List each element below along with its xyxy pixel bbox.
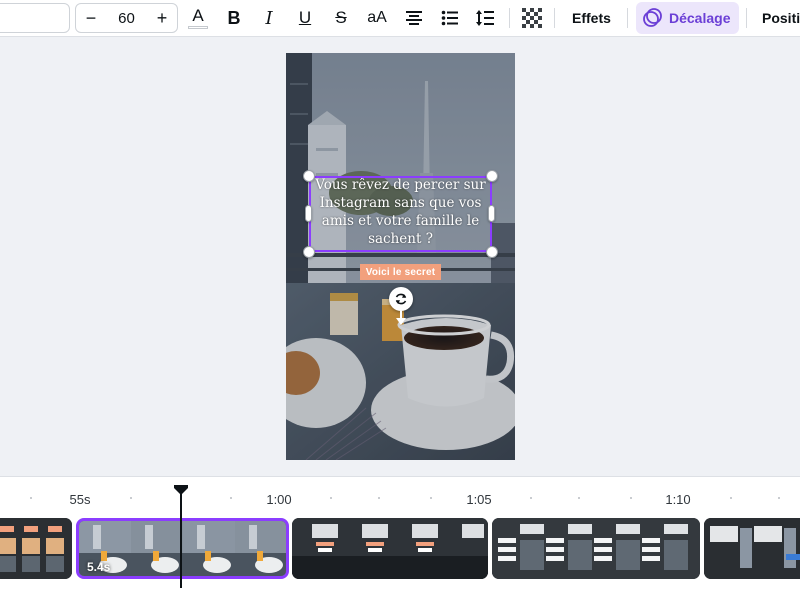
- align-center-icon: [406, 11, 422, 25]
- rotate-button[interactable]: [389, 287, 413, 311]
- clip-thumbnails: [704, 518, 800, 579]
- resize-handle-right[interactable]: [488, 205, 495, 222]
- strikethrough-icon: S: [335, 8, 347, 27]
- tick-mark: [530, 497, 532, 499]
- design-canvas[interactable]: [286, 53, 515, 460]
- tick-mark: [430, 497, 432, 499]
- tick-mark: [730, 497, 732, 499]
- text-color-button[interactable]: A: [186, 3, 210, 33]
- letter-case-icon: aA: [367, 9, 387, 26]
- selection-box: [309, 176, 492, 252]
- clip-thumbnails: [492, 518, 700, 579]
- time-label: 1:10: [665, 492, 691, 507]
- playhead-handle[interactable]: [173, 483, 189, 495]
- clip-thumbnails: [292, 518, 488, 579]
- time-label: 1:00: [266, 492, 292, 507]
- background-photo: [286, 53, 515, 460]
- clip-duration: 5.4s: [87, 560, 111, 574]
- tick-mark: [630, 497, 632, 499]
- tick-mark: [778, 497, 780, 499]
- timeline-clip[interactable]: [704, 518, 800, 579]
- timeline-clip[interactable]: [492, 518, 700, 579]
- anchor-arrow-icon: [396, 318, 406, 325]
- tick-mark: [30, 497, 32, 499]
- text-color-swatch: [188, 26, 208, 29]
- resize-handle-bottom-left[interactable]: [303, 246, 315, 258]
- secret-tag-text[interactable]: Voici le secret: [360, 264, 441, 280]
- toolbar-divider: [746, 8, 747, 28]
- playhead-line: [180, 494, 182, 588]
- resize-handle-bottom-right[interactable]: [486, 246, 498, 258]
- tick-mark: [130, 497, 132, 499]
- effects-button[interactable]: Effets: [572, 3, 611, 33]
- spacing-button[interactable]: [473, 3, 497, 33]
- tick-mark: [230, 497, 232, 499]
- bullet-list-icon: [441, 10, 458, 26]
- bold-icon: B: [227, 7, 241, 28]
- position-button[interactable]: Positi: [762, 3, 800, 33]
- clip-thumbnails: [0, 518, 72, 579]
- offset-icon: [643, 8, 662, 27]
- timeline-clip[interactable]: [0, 518, 72, 579]
- toolbar-divider: [627, 8, 628, 28]
- transparency-icon: [522, 8, 542, 28]
- time-label: 55s: [69, 492, 91, 507]
- text-color-icon: A: [192, 6, 204, 25]
- transparency-button[interactable]: [520, 3, 544, 33]
- resize-handle-top-right[interactable]: [486, 170, 498, 182]
- font-family-field[interactable]: [0, 3, 70, 33]
- underline-icon: U: [298, 8, 312, 27]
- underline-button[interactable]: U: [293, 3, 317, 33]
- letter-case-button[interactable]: aA: [363, 3, 391, 33]
- tick-mark: [578, 497, 580, 499]
- italic-icon: I: [265, 7, 273, 29]
- strikethrough-button[interactable]: S: [329, 3, 353, 33]
- resize-handle-top-left[interactable]: [303, 170, 315, 182]
- timeline-clip[interactable]: [292, 518, 488, 579]
- offset-button[interactable]: Décalage: [636, 2, 739, 34]
- italic-button[interactable]: I: [257, 3, 281, 33]
- rotate-icon: [395, 293, 407, 305]
- decrease-font-size-button[interactable]: −: [76, 4, 106, 32]
- playhead-icon: [174, 485, 188, 495]
- tick-mark: [330, 497, 332, 499]
- toolbar-divider: [554, 8, 555, 28]
- list-button[interactable]: [438, 3, 462, 33]
- bold-button[interactable]: B: [222, 3, 246, 33]
- resize-handle-left[interactable]: [305, 205, 312, 222]
- tick-mark: [378, 497, 380, 499]
- align-center-button[interactable]: [402, 3, 426, 33]
- offset-label: Décalage: [669, 10, 731, 26]
- increase-font-size-button[interactable]: +: [147, 4, 177, 32]
- time-label: 1:05: [466, 492, 492, 507]
- font-size-stepper: − 60 +: [75, 3, 178, 33]
- toolbar-divider: [509, 8, 510, 28]
- line-spacing-icon: [476, 10, 494, 26]
- font-size-value[interactable]: 60: [106, 10, 147, 27]
